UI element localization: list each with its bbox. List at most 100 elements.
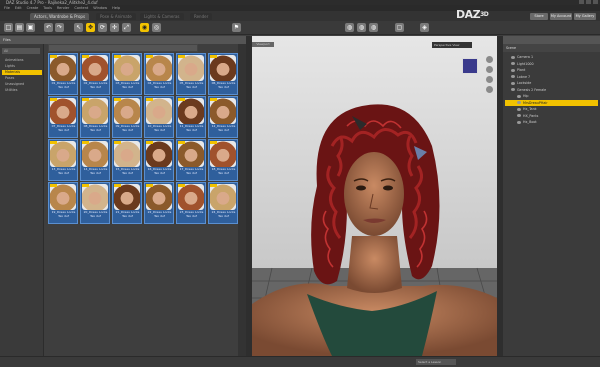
translate-tool-icon[interactable]: ✢	[110, 23, 119, 32]
thumbnail-item[interactable]: 15_Dreau Locks Tex duf	[112, 139, 142, 181]
visibility-eye-icon[interactable]	[517, 101, 521, 104]
visibility-eye-icon[interactable]	[511, 81, 515, 85]
store-button[interactable]: Store	[530, 13, 548, 20]
node-icon[interactable]: ⚑	[232, 23, 241, 32]
my-account-button[interactable]: My Account	[550, 13, 572, 20]
orbit-control-icon[interactable]	[486, 56, 493, 63]
thumbnail-item[interactable]: 11_Dreau Locks Tex duf	[176, 96, 206, 138]
thumbnail-label: 04_Dreau Locks Tex duf	[147, 81, 172, 89]
main-toolbar: □ ▤ ▣ ↶ ↷ ↖ ✥ ⟳ ✢ ⤢ ◉ ◎ ⚑ ◍ ◍ ◍ ▢ ◈	[0, 21, 600, 35]
visibility-eye-icon[interactable]	[517, 94, 521, 98]
scene-node-row[interactable]: Light1000	[505, 61, 598, 67]
minimize-icon[interactable]	[579, 0, 584, 4]
visibility-eye-icon[interactable]	[511, 55, 515, 59]
thumbnail-item[interactable]: 17_Dreau Locks Tex duf	[176, 139, 206, 181]
rotate-tool-icon[interactable]: ⟳	[98, 23, 107, 32]
view-cube-icon[interactable]	[462, 58, 478, 74]
undo-icon[interactable]: ↶	[44, 23, 53, 32]
thumbnail-item[interactable]: 18_Dreau Locks Tex duf	[208, 139, 238, 181]
visibility-eye-icon[interactable]	[517, 107, 521, 111]
tab-actors-wardrobe-props[interactable]: Actors, Wardrobe & Props	[30, 13, 90, 20]
scale-tool-icon[interactable]: ⤢	[122, 23, 131, 32]
thumbnail-item[interactable]: 07_Dreau Locks Tex duf	[48, 96, 78, 138]
universal-tool-icon[interactable]: ✥	[86, 23, 95, 32]
tab-pose-animate[interactable]: Pose & Animate	[96, 13, 136, 20]
my-gallery-button[interactable]: My Gallery	[574, 13, 596, 20]
search-input[interactable]	[48, 44, 198, 52]
thumbnail-item[interactable]: 13_Dreau Locks Tex duf	[48, 139, 78, 181]
panel-scrollbar[interactable]	[238, 44, 246, 361]
thumbnail-item[interactable]: 09_Dreau Locks Tex duf	[112, 96, 142, 138]
thumbnail-item[interactable]: 14_Dreau Locks Tex duf	[80, 139, 110, 181]
thumbnail-item[interactable]: 08_Dreau Locks Tex duf	[80, 96, 110, 138]
sidebar-item[interactable]: Poses	[2, 76, 42, 81]
thumbnail-item[interactable]: 24_Dreau Locks Tex duf	[208, 182, 238, 224]
scene-node-row[interactable]: Lockside	[505, 80, 598, 86]
new-scene-icon[interactable]: □	[4, 23, 13, 32]
scene-node-row[interactable]: Camera 1	[505, 54, 598, 60]
scene-node-row[interactable]: Lobne 7	[505, 74, 598, 80]
sidebar-item[interactable]: Materials	[2, 70, 42, 75]
open-icon[interactable]: ▤	[15, 23, 24, 32]
thumbnail-item[interactable]: 16_Dreau Locks Tex duf	[144, 139, 174, 181]
thumbnail-item[interactable]: 12_Dreau Locks Tex duf	[208, 96, 238, 138]
thumbnail-item[interactable]: 22_Dreau Locks Tex duf	[144, 182, 174, 224]
camera-pan-icon[interactable]: ◍	[357, 23, 366, 32]
visibility-eye-icon[interactable]	[517, 114, 521, 117]
dolly-control-icon[interactable]	[486, 86, 493, 93]
frame-icon[interactable]: ▢	[395, 23, 404, 32]
thumbnail-item[interactable]: 21_Dreau Locks Tex duf	[112, 182, 142, 224]
visibility-eye-icon[interactable]	[511, 75, 515, 78]
scene-node-row[interactable]: Hx_Boot	[505, 119, 598, 125]
sidebar-item[interactable]: Utilities	[2, 88, 42, 93]
sidebar-item[interactable]: Lights	[2, 64, 42, 69]
thumbnail-item[interactable]: 23_Dreau Locks Tex duf	[176, 182, 206, 224]
render-icon[interactable]: ◎	[152, 23, 161, 32]
scene-node-row[interactable]: Hip	[505, 93, 598, 99]
thumbnail-item[interactable]: 19_Dreau Locks Tex duf	[48, 182, 78, 224]
lesson-select[interactable]: Select a Lesson	[416, 359, 456, 365]
select-tool-icon[interactable]: ↖	[74, 23, 83, 32]
category-filter[interactable]: All	[2, 48, 40, 54]
scene-node-row[interactable]: Plant	[505, 67, 598, 73]
thumbnail-item[interactable]: 20_Dreau Locks Tex duf	[80, 182, 110, 224]
redo-icon[interactable]: ↷	[55, 23, 64, 32]
thumbnail-image	[114, 141, 140, 167]
scene-node-row[interactable]: MrsDreauPHair	[505, 99, 598, 106]
visibility-eye-icon[interactable]	[511, 68, 515, 72]
3d-viewport[interactable]: Viewport Perspective View	[252, 36, 497, 356]
thumbnail-item[interactable]: 05_Dreau Locks Tex duf	[176, 53, 206, 95]
camera-orbit-icon[interactable]: ◍	[345, 23, 354, 32]
thumbnail-item[interactable]: 01_Dreau Locks Tex duf	[48, 53, 78, 95]
pan-control-icon[interactable]	[486, 66, 493, 73]
maximize-icon[interactable]	[586, 0, 591, 4]
visibility-eye-icon[interactable]	[511, 62, 515, 65]
thumbnail-item[interactable]: 04_Dreau Locks Tex duf	[144, 53, 174, 95]
zoom-control-icon[interactable]	[486, 76, 493, 83]
thumbnail-item[interactable]: 06_Dreau Locks Tex duf	[208, 53, 238, 95]
tab-render[interactable]: Render	[190, 13, 213, 20]
scene-node-label: Hip	[523, 94, 529, 98]
render-settings-icon[interactable]: ◉	[140, 23, 149, 32]
tab-lights-cameras[interactable]: Lights & Cameras	[140, 13, 184, 20]
scene-node-row[interactable]: Genesis 2 Female	[505, 87, 598, 93]
tab-files[interactable]: Files	[3, 37, 11, 43]
thumbnail-item[interactable]: 02_Dreau Locks Tex duf	[80, 53, 110, 95]
sidebar-item[interactable]: Unassigned	[2, 82, 42, 87]
new-badge-icon	[114, 98, 121, 101]
visibility-eye-icon[interactable]	[517, 120, 521, 124]
sidebar-item[interactable]: Animations	[2, 58, 42, 63]
thumbnail-item[interactable]: 03_Dreau Locks Tex duf	[112, 53, 142, 95]
save-icon[interactable]: ▣	[26, 23, 35, 32]
aim-icon[interactable]: ◈	[420, 23, 429, 32]
scene-node-label: MrsDreauPHair	[523, 100, 548, 105]
scene-node-row[interactable]: HX_Pants	[505, 113, 598, 119]
scene-node-row[interactable]: Hx_Tank	[505, 106, 598, 112]
new-badge-icon	[50, 98, 57, 101]
camera-zoom-icon[interactable]: ◍	[369, 23, 378, 32]
thumbnail-item[interactable]: 10_Dreau Locks Tex duf	[144, 96, 174, 138]
viewport-tab[interactable]: Viewport	[252, 42, 274, 47]
visibility-eye-icon[interactable]	[511, 88, 515, 91]
camera-select[interactable]: Perspective View	[432, 42, 472, 48]
close-icon[interactable]	[593, 0, 598, 4]
